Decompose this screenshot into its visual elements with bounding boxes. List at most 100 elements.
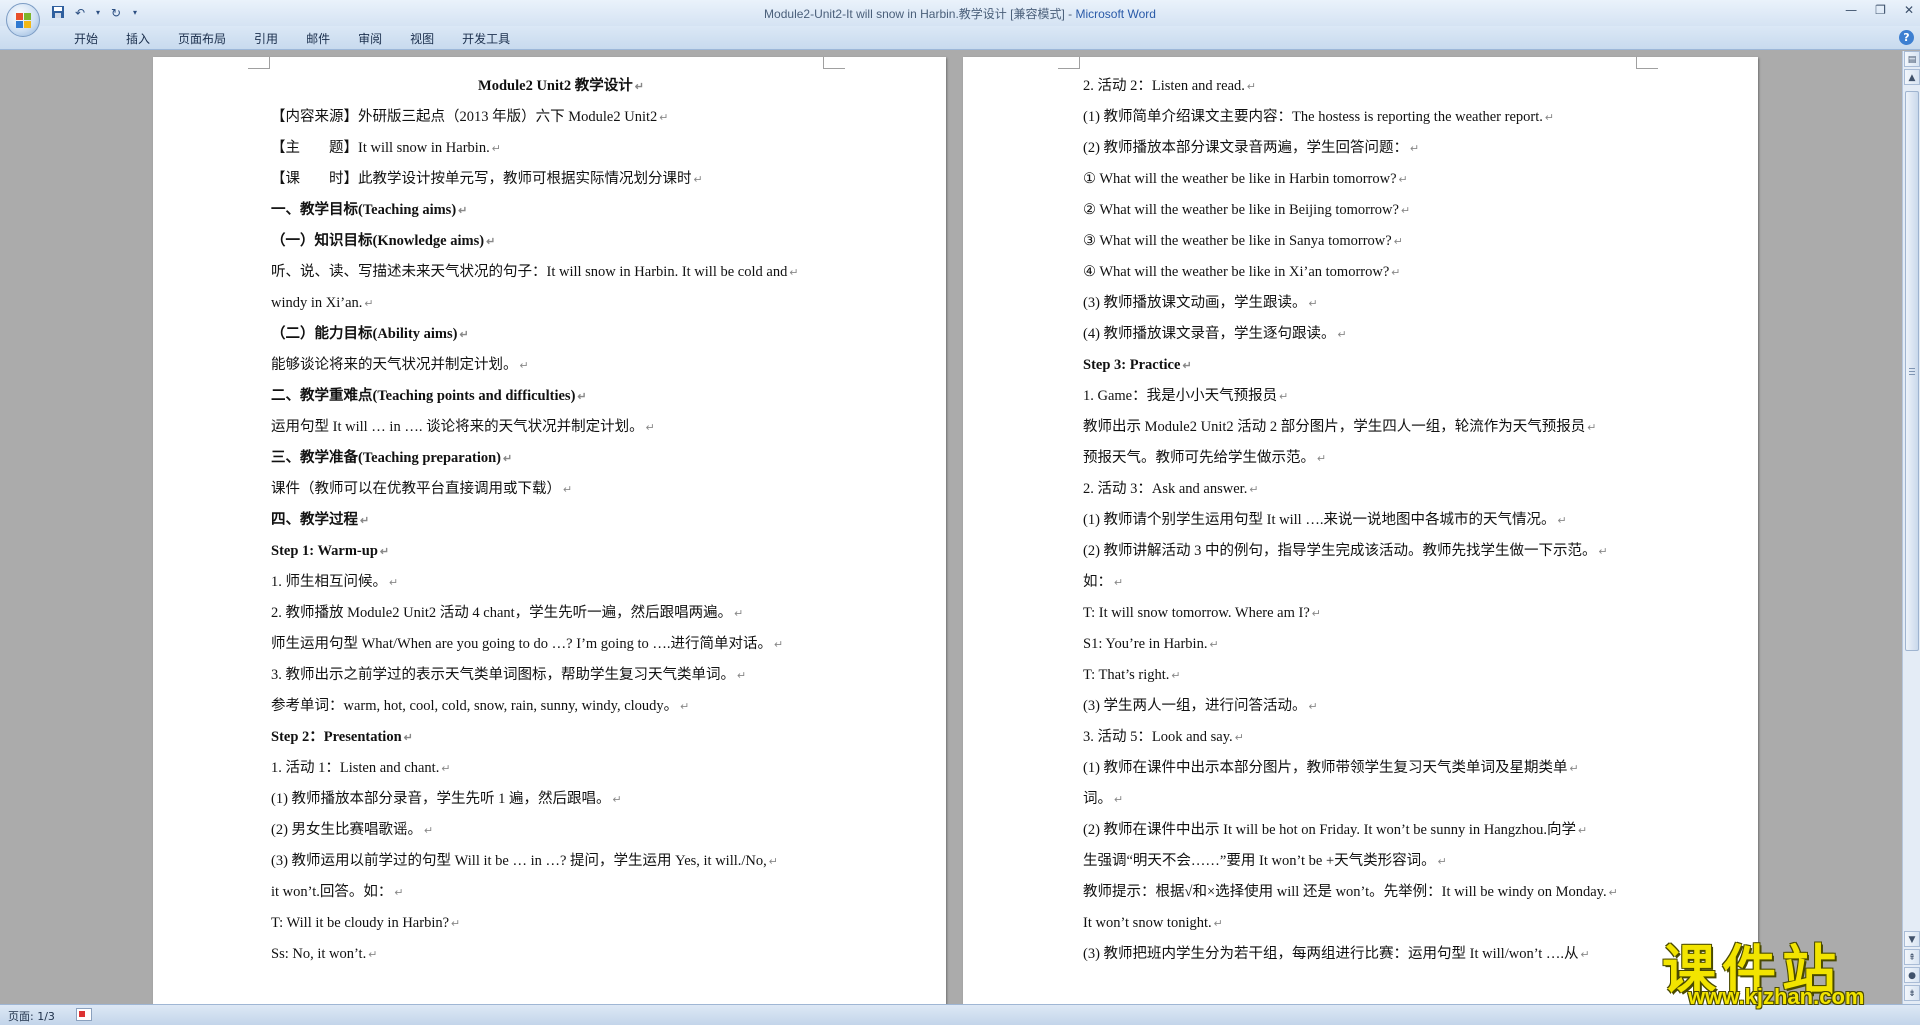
vertical-scrollbar[interactable]: ▤ ▲ ▼ ⇞ ● ⇟: [1902, 51, 1920, 1004]
watermark-url: www.kjzhan.com: [1688, 984, 1865, 1009]
paragraph-mark-icon: ↵: [680, 701, 690, 713]
line-text: (3) 教师播放课文动画，学生跟读。: [1083, 295, 1307, 311]
next-page-icon[interactable]: ⇟: [1904, 985, 1920, 1001]
paragraph-mark-icon: ↵: [364, 298, 374, 310]
close-icon[interactable]: ✕: [1904, 3, 1914, 17]
line-text: Step 2：Presentation: [271, 729, 402, 745]
line-text: (2) 教师在课件中出示 It will be hot on Friday. I…: [1083, 822, 1576, 838]
paragraph-mark-icon: ↵: [634, 81, 644, 93]
paragraph-mark-icon: ↵: [1569, 763, 1579, 775]
grip-line: [1909, 371, 1915, 372]
maximize-icon[interactable]: ❐: [1875, 3, 1886, 17]
line-text: 1. Game：我是小小天气预报员: [1083, 388, 1278, 404]
paragraph-line: (1) 教师请个别学生运用句型 It will ….来说一说地图中各城市的天气情…: [1083, 505, 1663, 536]
heading-line: 二、教学重难点(Teaching points and difficulties…: [271, 381, 851, 412]
tab-insert[interactable]: 插入: [112, 30, 164, 48]
grip-line: [1909, 374, 1915, 375]
ribbon-tabs: 开始 插入 页面布局 引用 邮件 审阅 视图 开发工具: [60, 30, 524, 48]
line-text: (2) 教师讲解活动 3 中的例句，指导学生完成该活动。教师先找学生做一下示范。: [1083, 543, 1597, 559]
paragraph-line: it won’t.回答。如： ↵: [271, 877, 851, 908]
line-text: 二、教学重难点(Teaching points and difficulties…: [271, 388, 576, 404]
paragraph-mark-icon: ↵: [394, 887, 404, 899]
paragraph-line: (2) 教师讲解活动 3 中的例句，指导学生完成该活动。教师先找学生做一下示范。…: [1083, 536, 1663, 567]
paragraph-mark-icon: ↵: [1246, 81, 1257, 93]
line-text: (2) 男女生比赛唱歌谣。: [271, 822, 423, 838]
paragraph-mark-icon: ↵: [612, 794, 622, 806]
paragraph-line: 2. 活动 2：Listen and read. ↵: [1083, 71, 1663, 102]
paragraph-mark-icon: ↵: [368, 949, 378, 961]
paragraph-mark-icon: ↵: [1400, 205, 1411, 217]
previous-page-icon[interactable]: ⇞: [1904, 949, 1920, 965]
paragraph-mark-icon: ↵: [1337, 329, 1347, 341]
scroll-thumb[interactable]: [1905, 91, 1919, 651]
ruler-toggle-icon[interactable]: ▤: [1904, 51, 1920, 67]
paragraph-line: 如： ↵: [1083, 567, 1663, 598]
paragraph-line: It won’t snow tonight. ↵: [1083, 908, 1663, 939]
proofing-status-icon[interactable]: [76, 1008, 92, 1021]
paragraph-mark-icon: ↵: [1308, 701, 1318, 713]
heading-line: Step 2：Presentation ↵: [271, 722, 851, 753]
paragraph-mark-icon: ↵: [645, 422, 655, 434]
line-text: 3. 教师出示之前学过的表示天气类单词图标，帮助学生复习天气类单词。: [271, 667, 735, 683]
document-page-2[interactable]: 2. 活动 2：Listen and read. ↵ (1) 教师简单介绍课文主要内…: [963, 57, 1758, 1004]
page-1-text: Module2 Unit2 教学设计 ↵ 【内容来源】外研版三起点（2013 年版）…: [271, 71, 851, 970]
paragraph-line: 3. 教师出示之前学过的表示天气类单词图标，帮助学生复习天气类单词。 ↵: [271, 660, 851, 691]
paragraph-line: ④ What will the weather be like in Xi’an…: [1083, 257, 1663, 288]
paragraph-line: 【内容来源】外研版三起点（2013 年版）六下 Module2 Unit2 ↵: [271, 102, 851, 133]
tab-home[interactable]: 开始: [60, 30, 112, 48]
paragraph-mark-icon: ↵: [789, 267, 799, 279]
paragraph-mark-icon: ↵: [379, 546, 390, 558]
help-icon[interactable]: ?: [1899, 30, 1914, 45]
tab-references[interactable]: 引用: [240, 30, 292, 48]
line-text: (3) 学生两人一组，进行问答活动。: [1083, 698, 1307, 714]
paragraph-line: (2) 男女生比赛唱歌谣。 ↵: [271, 815, 851, 846]
line-text: 2. 活动 3：Ask and answer.: [1083, 481, 1248, 497]
line-text: 三、教学准备(Teaching preparation): [271, 450, 501, 466]
paragraph-line: ③ What will the weather be like in Sanya…: [1083, 226, 1663, 257]
paragraph-line: 词。 ↵: [1083, 784, 1663, 815]
line-text: 3. 活动 5：Look and say.: [1083, 729, 1233, 745]
crop-mark: [823, 57, 845, 69]
tab-view[interactable]: 视图: [396, 30, 448, 48]
document-page-1[interactable]: Module2 Unit2 教学设计 ↵ 【内容来源】外研版三起点（2013 年版）…: [153, 57, 946, 1004]
scroll-down-icon[interactable]: ▼: [1904, 931, 1920, 947]
paragraph-line: 1. 师生相互问候。 ↵: [271, 567, 851, 598]
line-text: (1) 教师在课件中出示本部分图片，教师带领学生复习天气类单词及星期类单: [1083, 760, 1568, 776]
paragraph-line: (4) 教师播放课文录音，学生逐句跟读。 ↵: [1083, 319, 1663, 350]
scroll-up-icon[interactable]: ▲: [1904, 69, 1920, 85]
select-browse-object-icon[interactable]: ●: [1904, 967, 1920, 983]
paragraph-mark-icon: ↵: [1577, 825, 1588, 837]
paragraph-line: 师生运用句型 What/When are you going to do …? …: [271, 629, 851, 660]
line-text: 听、说、读、写描述未来天气状况的句子：It will snow in Harbi…: [271, 264, 788, 280]
heading-line: （二）能力目标(Ability aims) ↵: [271, 319, 851, 350]
line-text: Module2 Unit2 教学设计: [478, 78, 633, 94]
tab-mailings[interactable]: 邮件: [292, 30, 344, 48]
office-button[interactable]: [6, 3, 40, 37]
tab-page-layout[interactable]: 页面布局: [164, 30, 240, 48]
paragraph-line: (3) 教师运用以前学过的句型 Will it be … in …? 提问，学生…: [271, 846, 851, 877]
line-text: 如：: [1083, 574, 1112, 590]
window-title: Module2-Unit2-It will snow in Harbin.教学设…: [0, 5, 1920, 22]
tab-review[interactable]: 审阅: [344, 30, 396, 48]
paragraph-line: ② What will the weather be like in Beiji…: [1083, 195, 1663, 226]
paragraph-line: 能够谈论将来的天气状况并制定计划。 ↵: [271, 350, 851, 381]
paragraph-line: 【主 题】It will snow in Harbin. ↵: [271, 133, 851, 164]
heading-line: Step 1: Warm-up ↵: [271, 536, 851, 567]
line-text: 参考单词：warm, hot, cool, cold, snow, rain, …: [271, 698, 679, 714]
page-indicator[interactable]: 页面: 1/3: [8, 1008, 55, 1024]
line-text: （一）知识目标(Knowledge aims): [271, 233, 485, 249]
paragraph-mark-icon: ↵: [389, 577, 399, 589]
crop-mark: [248, 57, 270, 69]
line-text: S1: You’re in Harbin.: [1083, 636, 1208, 652]
paragraph-mark-icon: ↵: [1410, 143, 1420, 155]
minimize-icon[interactable]: —: [1845, 3, 1857, 17]
document-title: Module2-Unit2-It will snow in Harbin.教学设…: [764, 7, 1076, 21]
paragraph-line: 课件（教师可以在优教平台直接调用或下载） ↵: [271, 474, 851, 505]
line-text: (3) 教师运用以前学过的句型 Will it be … in …? 提问，学生…: [271, 853, 767, 869]
paragraph-line: ① What will the weather be like in Harbi…: [1083, 164, 1663, 195]
tab-developer[interactable]: 开发工具: [448, 30, 524, 48]
line-text: (1) 教师播放本部分录音，学生先听 1 遍，然后跟唱。: [271, 791, 611, 807]
line-text: it won’t.回答。如：: [271, 884, 393, 900]
paragraph-mark-icon: ↵: [737, 670, 747, 682]
paragraph-line: T: That’s right. ↵: [1083, 660, 1663, 691]
